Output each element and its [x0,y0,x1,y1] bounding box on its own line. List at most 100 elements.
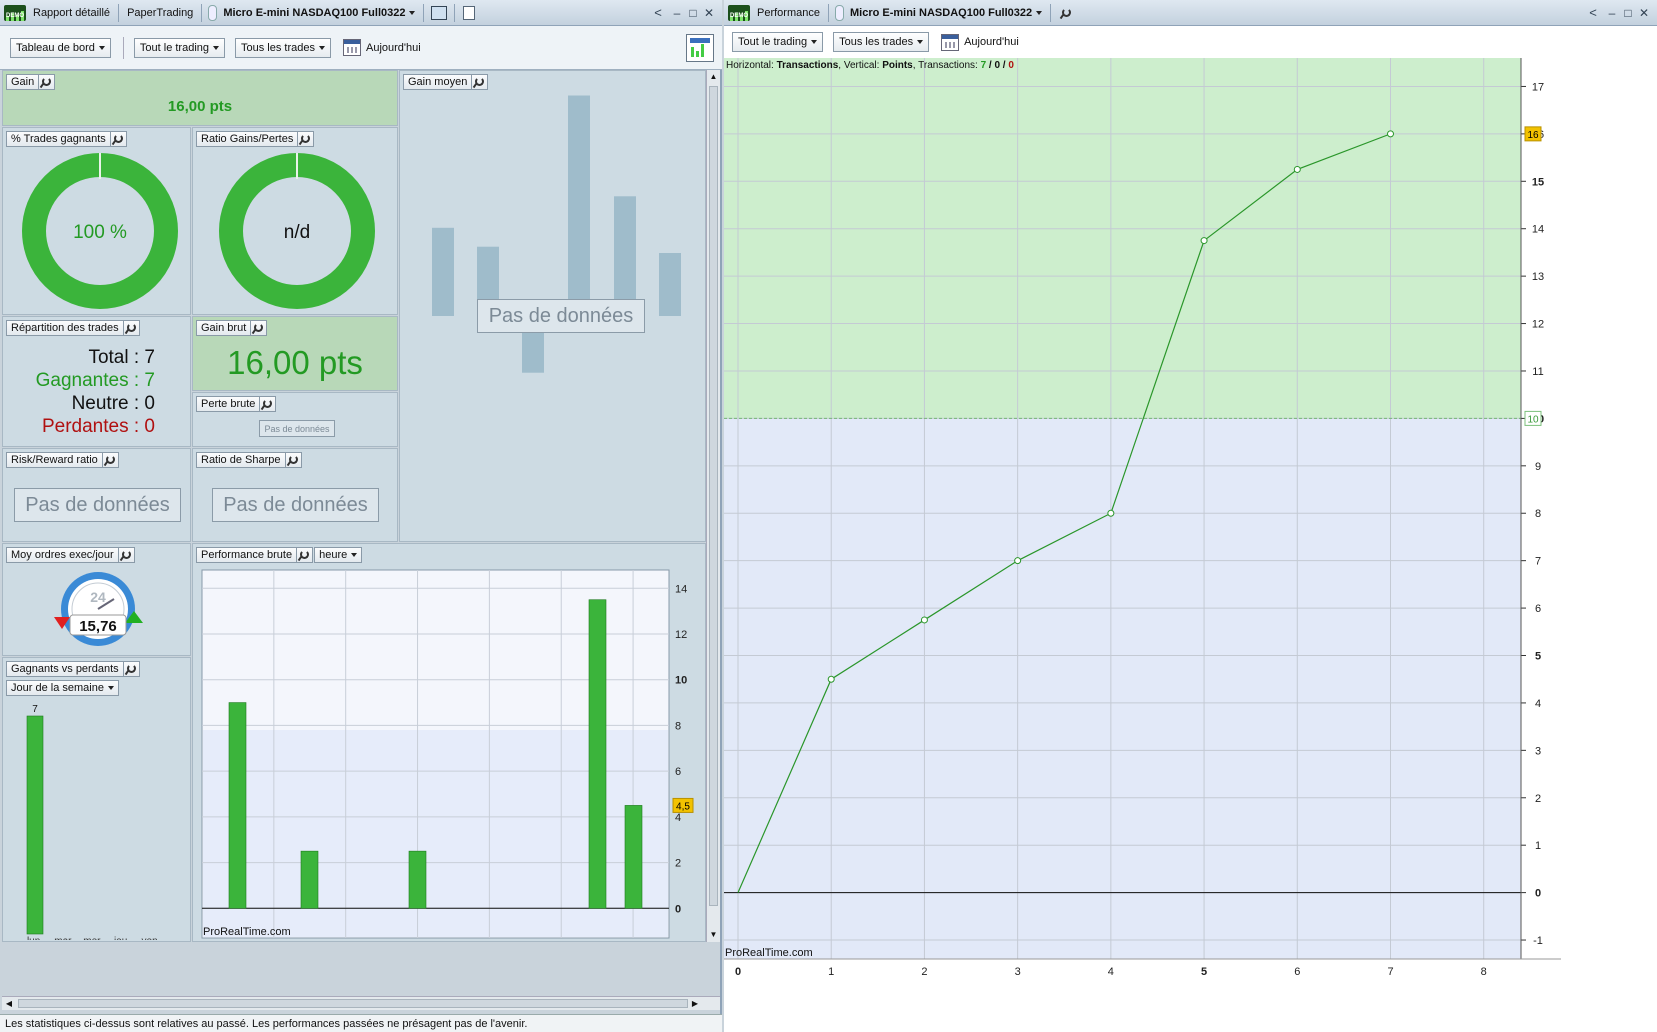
wrench-icon[interactable] [1059,5,1072,21]
close-icon[interactable]: ✕ [702,6,716,20]
maximize-icon[interactable]: □ [1621,6,1635,20]
link-icon[interactable] [208,4,218,21]
link-icon[interactable] [834,4,844,21]
x-tick-label: 4 [1108,966,1114,978]
panel-win-vs-loss-title-text: Gagnants vs perdants [11,663,119,675]
calendar-icon[interactable] [941,33,960,51]
equity-point [827,675,835,683]
chart-window-icon[interactable] [431,5,448,20]
y-tick-label: 1 [1535,840,1541,852]
tab-performance[interactable]: Performance [753,7,824,19]
panel-avg-orders-title: Moy ordres exec/jour [6,547,135,563]
panel-gross-perf-title: Performance brute [196,547,314,563]
copy-icon[interactable] [463,5,476,20]
panel-gain-title-text: Gain [11,76,35,88]
scroll-down-arrow[interactable]: ▼ [707,928,720,942]
panel-avg-orders-title-text: Moy ordres exec/jour [11,549,114,561]
panel-risk-reward-title: Risk/Reward ratio [6,452,119,468]
legend-v-value: Points [882,60,913,71]
gross-perf-bar [408,850,427,909]
trades-dropdown[interactable]: Tous les trades [235,37,331,58]
panel-win-vs-loss-title: Gagnants vs perdants [6,661,140,677]
tab-papertrading[interactable]: PaperTrading [123,7,197,19]
y-tick-label: 7 [1535,556,1541,568]
win-vs-loss-chart: lun. mar. mer. jeu. ven. 7 [26,704,160,940]
panel-pct-winning-title: % Trades gagnants [6,131,127,147]
minimize-icon[interactable]: – [670,6,684,20]
profit-zone [724,58,1521,419]
vertical-scroll-thumb[interactable] [709,86,718,906]
gross-perf-chart: 0 2 4 6 8 10 12 14 4,5 ProRealTime.com [201,569,694,939]
dashboard-dropdown-label: Tableau de bord [16,41,95,54]
calendar-icon[interactable] [343,39,361,56]
x-tick-label: 8 [1481,966,1487,978]
tab-rapport-detaille[interactable]: Rapport détaillé [29,7,114,19]
vertical-scrollbar[interactable]: ▲ ▼ [706,70,720,942]
y-tick-label: 2 [675,858,681,870]
hour-selector[interactable]: heure [314,547,363,563]
right-instrument-selector[interactable]: Micro E-mini NASDAQ100 Full0322 [846,7,1046,19]
right-trading-dropdown[interactable]: Tout le trading [732,32,824,52]
y-tick-label: 12 [675,629,687,641]
wrench-icon[interactable] [259,396,273,412]
legend-h-label: Horizontal: [726,60,777,71]
total-trades: Total : 7 [88,347,155,368]
share-icon[interactable]: < [1583,5,1603,20]
wrench-icon[interactable] [296,547,310,563]
right-trades-dropdown[interactable]: Tous les trades [833,32,930,52]
wrench-icon[interactable] [297,131,311,147]
chevron-down-icon [351,553,358,557]
close-icon[interactable]: ✕ [1637,6,1651,20]
panel-gross-gain-title: Gain brut [196,320,268,336]
equity-point [1200,237,1208,245]
right-window: DEMO Performance Micro E-mini NASDAQ100 … [724,0,1657,1032]
weekday-selector[interactable]: Jour de la semaine [6,680,119,696]
weekday-selector-label: Jour de la semaine [11,682,104,694]
scroll-right-arrow[interactable]: ▶ [688,997,702,1011]
disclaimer-bar: Les statistiques ci-dessus sont relative… [0,1014,722,1032]
scroll-left-arrow[interactable]: ◀ [2,997,16,1011]
scroll-up-arrow[interactable]: ▲ [707,70,720,84]
weekday-label: mer. [83,936,102,940]
instrument-selector[interactable]: Micro E-mini NASDAQ100 Full0322 [219,7,419,19]
wrench-icon[interactable] [109,131,123,147]
chevron-down-icon [917,40,924,44]
dashboard-dropdown[interactable]: Tableau de bord [10,37,111,58]
right-period-label[interactable]: Aujourd'hui [964,36,1019,48]
y-tick-label: -1 [1533,935,1543,947]
y-tick-label: 8 [675,720,681,732]
chevron-down-icon [107,686,114,690]
wrench-icon[interactable] [284,452,298,468]
gross-loss-nodata: Pas de données [259,420,335,437]
minimize-icon[interactable]: – [1605,6,1619,20]
equity-point [1014,557,1022,565]
chevron-down-icon [98,45,105,50]
trades-dropdown-label: Tous les trades [241,41,315,54]
y-tick-label: 6 [675,766,681,778]
horizontal-scrollbar[interactable]: ◀ ▶ [2,996,720,1010]
maximize-icon[interactable]: □ [686,6,700,20]
sharpe-nodata: Pas de données [212,488,379,522]
panel-pct-winning-title-text: % Trades gagnants [11,133,106,145]
chevron-down-icon [409,10,416,15]
equity-point [1293,165,1301,173]
wrench-icon[interactable] [122,661,136,677]
x-tick-label: 0 [735,966,741,978]
wrench-icon[interactable] [122,320,136,336]
chevron-down-icon [213,45,220,50]
equity-point [1107,509,1115,517]
trading-dropdown[interactable]: Tout le trading [133,37,226,58]
chevron-down-icon [1036,10,1043,15]
trading-dropdown-label: Tout le trading [139,41,210,54]
horizontal-scroll-thumb[interactable] [18,999,688,1008]
last-value-badge-label: 4,5 [676,801,690,812]
left-title-bar: DEMO Rapport détaillé PaperTrading Micro… [0,0,722,26]
dashboard-settings-icon[interactable] [686,33,714,62]
wrench-icon[interactable] [101,452,115,468]
share-icon[interactable]: < [648,5,668,20]
wrench-icon[interactable] [117,547,131,563]
period-label[interactable]: Aujourd'hui [366,42,421,54]
wrench-icon[interactable] [38,74,52,90]
risk-reward-nodata: Pas de données [14,488,181,522]
wrench-icon[interactable] [250,320,264,336]
